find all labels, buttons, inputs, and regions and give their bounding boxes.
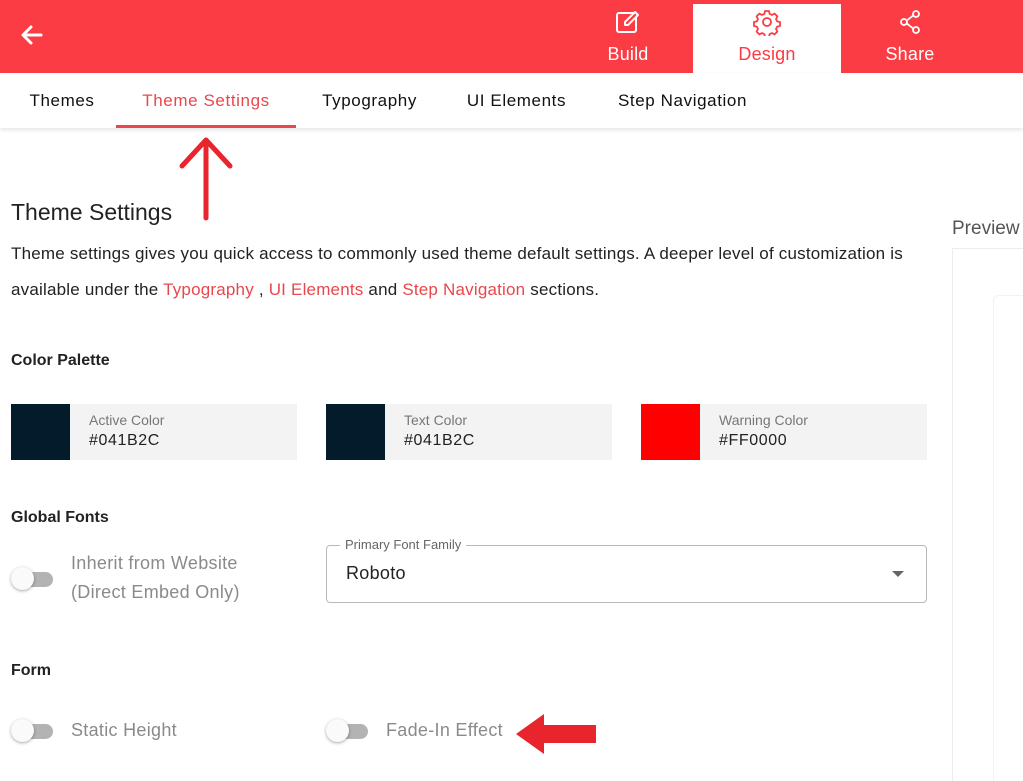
share-icon <box>896 8 924 36</box>
subnav-step-navigation[interactable]: Step Navigation <box>600 73 765 128</box>
preview-label: Preview <box>952 218 1020 239</box>
inherit-font-label-line2: (Direct Embed Only) <box>71 582 240 602</box>
fade-in-effect-label: Fade-In Effect <box>386 720 503 740</box>
fade-in-effect-toggle[interactable] <box>326 719 374 743</box>
ui-elements-link[interactable]: UI Elements <box>269 280 364 299</box>
preview-pane <box>952 248 1023 781</box>
top-bar: Build Design Share <box>0 0 1023 73</box>
toggle-knob <box>11 567 34 590</box>
annotation-arrow-up <box>179 137 233 221</box>
subnav-themes[interactable]: Themes <box>14 73 110 128</box>
design-subnav: Themes Theme Settings Typography UI Elem… <box>0 73 1023 128</box>
form-heading: Form <box>11 662 51 679</box>
inherit-font-label: Inherit from Website (Direct Embed Only) <box>71 549 240 607</box>
text-color-swatch[interactable] <box>326 404 385 460</box>
tab-design-label: Design <box>738 44 796 64</box>
text-color-value: #041B2C <box>404 432 475 449</box>
gear-icon <box>753 8 781 36</box>
primary-font-select-label: Primary Font Family <box>340 537 467 552</box>
warning-color-value: #FF0000 <box>719 432 788 449</box>
subnav-theme-settings[interactable]: Theme Settings <box>116 73 296 128</box>
tab-build-label: Build <box>607 44 649 64</box>
step-navigation-link[interactable]: Step Navigation <box>402 280 525 299</box>
warning-color-label: Warning Color <box>719 412 808 428</box>
page-title: Theme Settings <box>11 199 173 225</box>
edit-icon <box>614 8 642 36</box>
active-color-picker[interactable]: Active Color #041B2C <box>11 404 297 460</box>
annotation-arrow-left <box>516 714 596 754</box>
text-color-label: Text Color <box>404 412 468 428</box>
description-text-end: sections. <box>525 280 600 299</box>
tab-share[interactable]: Share <box>864 4 956 73</box>
primary-font-select-value: Roboto <box>346 563 406 583</box>
active-color-swatch[interactable] <box>11 404 70 460</box>
warning-color-picker[interactable]: Warning Color #FF0000 <box>641 404 927 460</box>
color-palette-heading: Color Palette <box>11 352 110 369</box>
global-fonts-heading: Global Fonts <box>11 509 109 526</box>
page-description: Theme settings gives you quick access to… <box>11 236 916 308</box>
caret-down-icon <box>892 571 904 577</box>
primary-font-select[interactable]: Primary Font Family Roboto <box>326 537 927 603</box>
back-button[interactable] <box>16 19 48 51</box>
active-color-label: Active Color <box>89 412 165 428</box>
warning-color-swatch[interactable] <box>641 404 700 460</box>
static-height-toggle[interactable] <box>11 719 59 743</box>
toggle-knob <box>326 719 349 742</box>
arrow-left-icon <box>21 25 43 45</box>
text-color-picker[interactable]: Text Color #041B2C <box>326 404 612 460</box>
subnav-ui-elements[interactable]: UI Elements <box>453 73 580 128</box>
inherit-font-label-line1: Inherit from Website <box>71 553 238 573</box>
inherit-font-toggle[interactable] <box>11 567 59 591</box>
tab-design[interactable]: Design <box>693 4 841 73</box>
toggle-knob <box>11 719 34 742</box>
subnav-typography[interactable]: Typography <box>306 73 433 128</box>
description-separator: and <box>363 280 403 299</box>
tab-share-label: Share <box>885 44 935 64</box>
active-color-value: #041B2C <box>89 432 160 449</box>
description-separator: , <box>253 280 269 299</box>
static-height-label: Static Height <box>71 720 177 740</box>
tab-build[interactable]: Build <box>582 4 674 73</box>
typography-link[interactable]: Typography <box>163 280 254 299</box>
preview-frame <box>993 295 1023 781</box>
